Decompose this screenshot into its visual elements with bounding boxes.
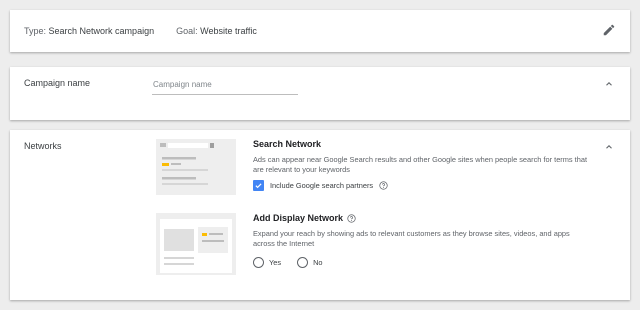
campaign-goal: Goal: Website traffic — [176, 26, 257, 36]
no-radio[interactable] — [297, 257, 309, 268]
campaign-summary-card: Type: Search Network campaign Goal: Webs… — [10, 10, 630, 52]
campaign-name-label: Campaign name — [24, 78, 91, 88]
type-label: Type: — [24, 26, 47, 36]
networks-card: Networks Search Network Ads can appear n… — [10, 130, 630, 300]
search-partners-label: Include Google search partners — [270, 181, 374, 190]
chevron-up-icon[interactable] — [604, 79, 614, 89]
display-network-illustration — [156, 213, 236, 275]
display-network-title: Add Display Network — [253, 213, 344, 223]
search-network-section: Search Network Ads can appear near Googl… — [253, 139, 593, 191]
display-no-option[interactable]: No — [297, 257, 323, 268]
display-network-options: Yes No — [253, 257, 593, 268]
no-label: No — [313, 258, 323, 267]
help-icon[interactable] — [379, 181, 388, 190]
campaign-name-input[interactable] — [152, 77, 298, 95]
goal-label: Goal: — [176, 26, 198, 36]
campaign-name-card: Campaign name — [10, 67, 630, 120]
type-value: Search Network campaign — [48, 26, 155, 36]
display-network-title-row: Add Display Network — [253, 213, 593, 223]
yes-radio[interactable] — [253, 257, 264, 268]
display-network-section: Add Display Network Expand your reach by… — [253, 213, 593, 268]
networks-label: Networks — [24, 141, 62, 151]
search-network-title: Search Network — [253, 139, 322, 149]
goal-value: Website traffic — [200, 26, 257, 36]
chevron-up-icon[interactable] — [604, 142, 614, 152]
display-network-description: Expand your reach by showing ads to rele… — [253, 229, 570, 248]
search-results-illustration — [156, 139, 236, 195]
summary-row: Type: Search Network campaign Goal: Webs… — [24, 26, 257, 36]
yes-label: Yes — [269, 258, 282, 267]
display-yes-option[interactable]: Yes — [253, 257, 281, 268]
edit-pencil-icon[interactable] — [602, 23, 616, 37]
search-network-description: Ads can appear near Google Search result… — [253, 155, 588, 174]
search-partners-option: Include Google search partners — [253, 180, 593, 191]
search-partners-checkbox[interactable] — [253, 180, 264, 191]
help-icon[interactable] — [347, 213, 356, 223]
campaign-type: Type: Search Network campaign — [24, 26, 154, 36]
checkmark-icon — [255, 183, 262, 189]
